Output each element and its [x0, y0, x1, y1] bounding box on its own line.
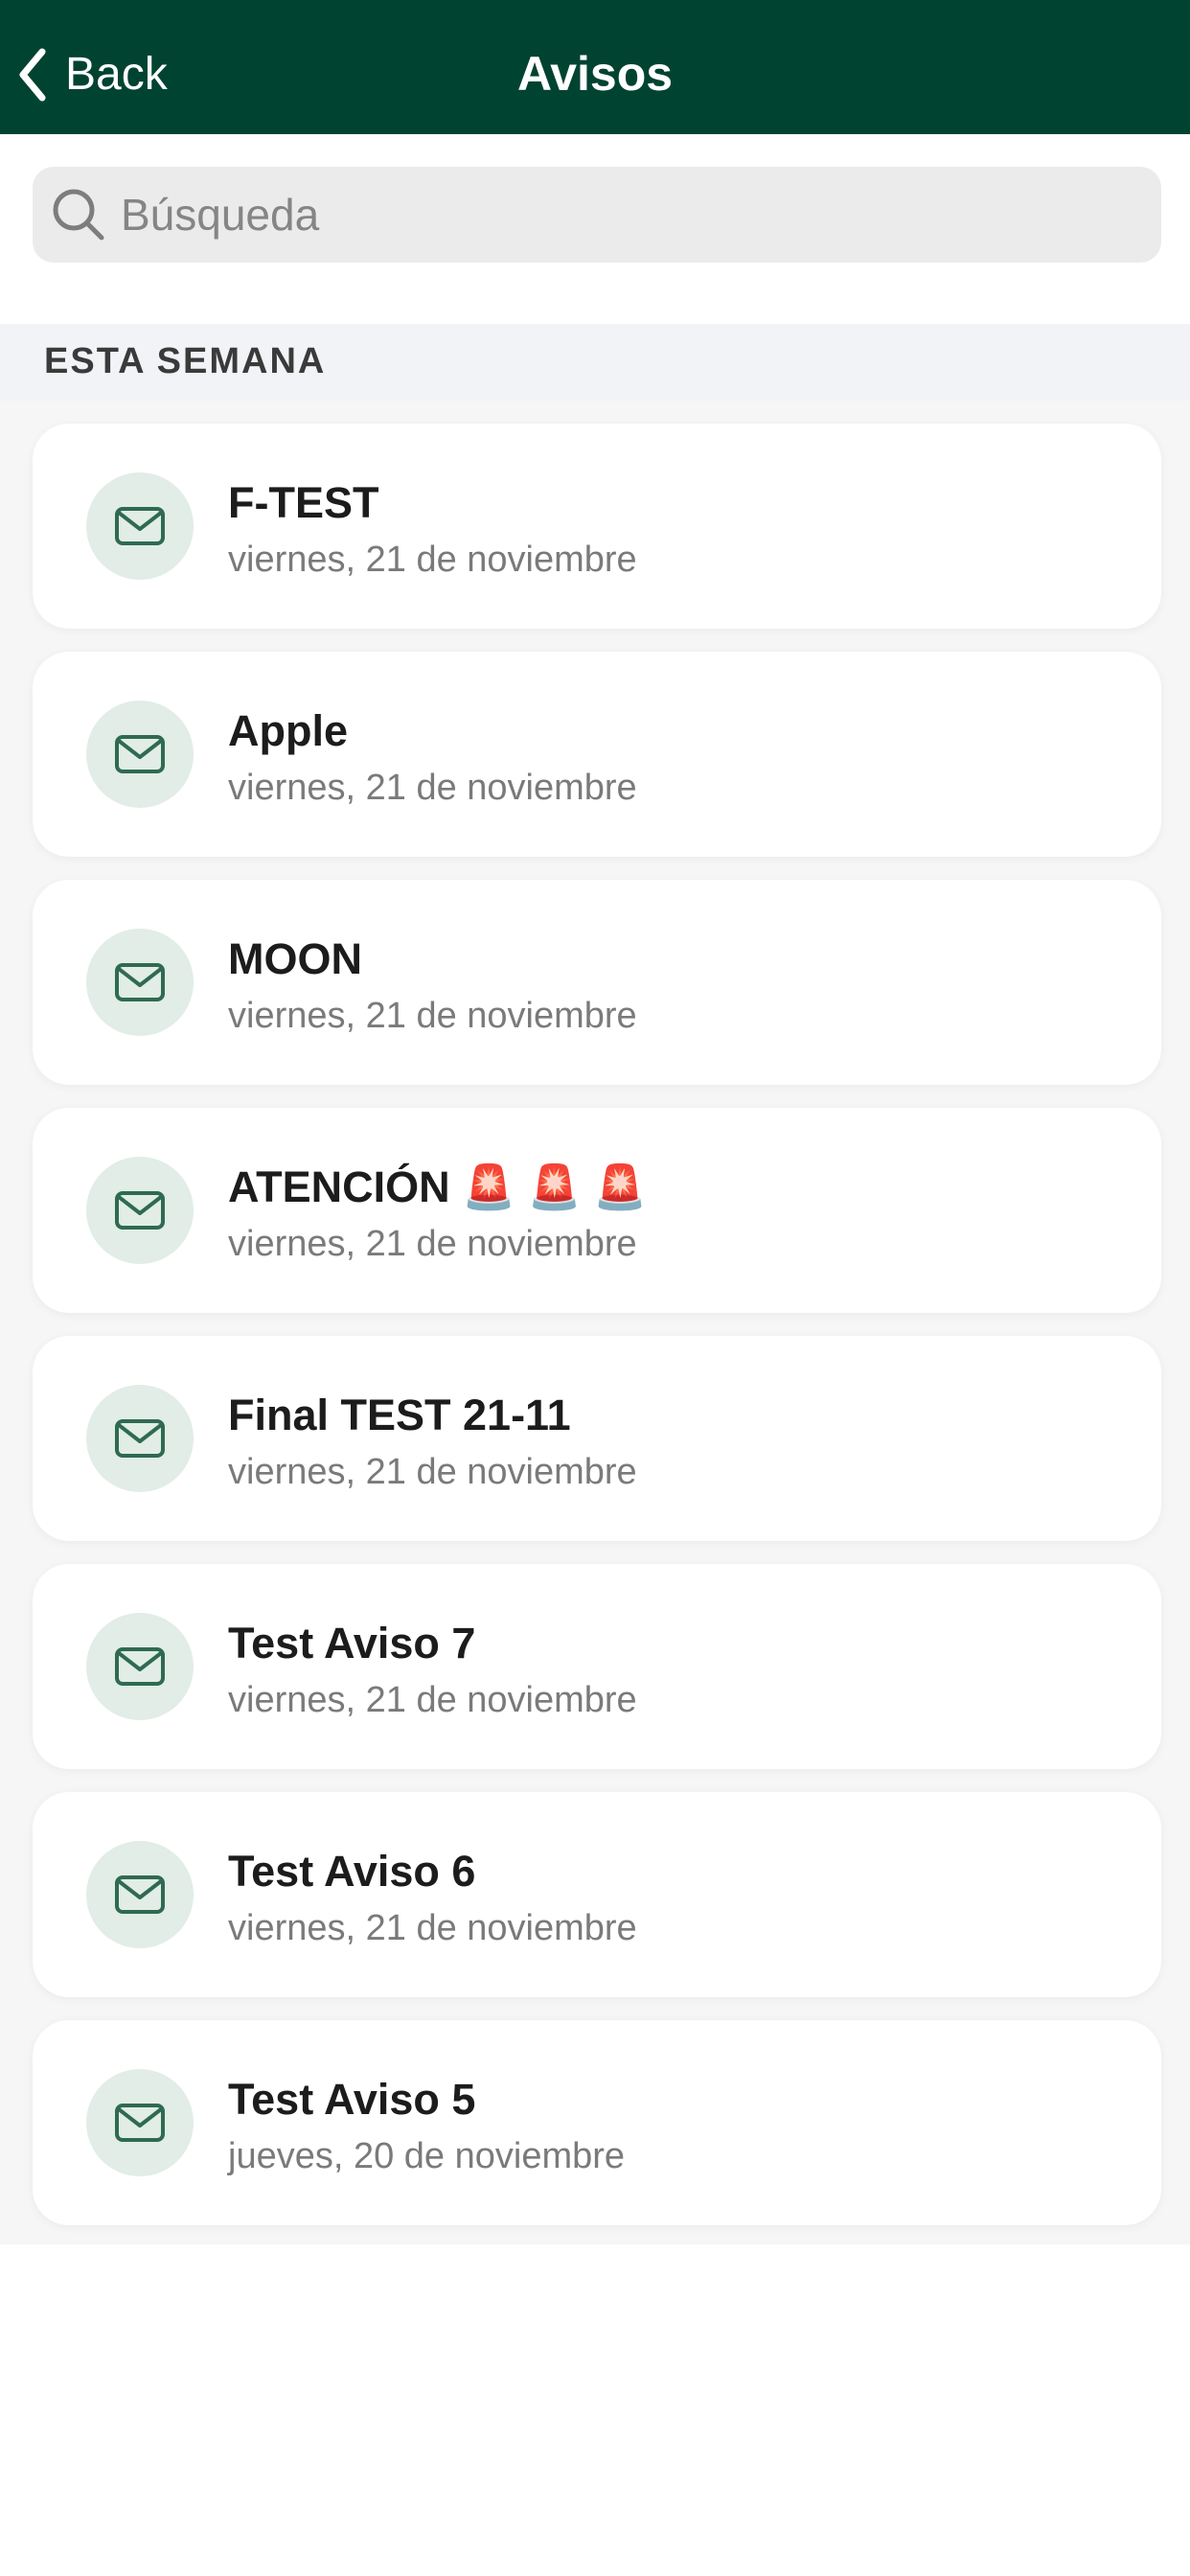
notice-date: viernes, 21 de noviembre — [228, 1224, 637, 1264]
section-header: ESTA SEMANA — [0, 324, 1190, 401]
notice-title: Apple — [228, 706, 349, 755]
page-title: Avisos — [516, 47, 674, 101]
notice-avatar — [86, 1841, 194, 1948]
notice-card[interactable]: Test Aviso 7 viernes, 21 de noviembre — [33, 1564, 1161, 1769]
notice-title: Final TEST 21-11 — [228, 1391, 571, 1439]
envelope-icon — [115, 507, 165, 545]
notice-avatar — [86, 1613, 194, 1720]
notice-title: Test Aviso 5 — [228, 2075, 476, 2124]
notice-date: viernes, 21 de noviembre — [228, 540, 637, 580]
notice-date: viernes, 21 de noviembre — [228, 1680, 637, 1720]
envelope-icon — [115, 1875, 165, 1914]
notice-card[interactable]: MOON viernes, 21 de noviembre — [33, 880, 1161, 1085]
notice-card[interactable]: Test Aviso 5 jueves, 20 de noviembre — [33, 2020, 1161, 2225]
notice-date: viernes, 21 de noviembre — [228, 1908, 637, 1948]
notice-card[interactable]: Apple viernes, 21 de noviembre — [33, 652, 1161, 857]
notice-card[interactable]: Test Aviso 6 viernes, 21 de noviembre — [33, 1792, 1161, 1997]
notice-list: F-TEST viernes, 21 de noviembre Apple vi… — [33, 424, 1161, 2248]
notice-avatar — [86, 929, 194, 1036]
notice-avatar — [86, 701, 194, 808]
section-label: ESTA SEMANA — [44, 341, 327, 381]
envelope-icon — [115, 735, 165, 773]
notice-title: Test Aviso 6 — [228, 1847, 476, 1896]
notice-title: Test Aviso 7 — [228, 1619, 476, 1668]
notice-list-area: F-TEST viernes, 21 de noviembre Apple vi… — [0, 401, 1190, 2244]
notice-title: F-TEST — [228, 478, 379, 527]
search-icon — [53, 189, 104, 241]
notice-card[interactable]: F-TEST viernes, 21 de noviembre — [33, 424, 1161, 629]
notice-title: MOON — [228, 934, 362, 983]
notice-avatar — [86, 1385, 194, 1492]
notice-avatar — [86, 1157, 194, 1264]
search-bar[interactable] — [33, 167, 1161, 263]
envelope-icon — [115, 963, 165, 1001]
notice-card[interactable]: Final TEST 21-11 viernes, 21 de noviembr… — [33, 1336, 1161, 1541]
search-input[interactable] — [119, 176, 1134, 253]
notice-title: ATENCIÓN 🚨 🚨 🚨 — [228, 1162, 648, 1211]
envelope-icon — [115, 2104, 165, 2142]
envelope-icon — [115, 1419, 165, 1458]
notice-avatar — [86, 472, 194, 580]
envelope-icon — [115, 1191, 165, 1230]
notice-card[interactable]: ATENCIÓN 🚨 🚨 🚨 viernes, 21 de noviembre — [33, 1108, 1161, 1313]
notice-avatar — [86, 2069, 194, 2176]
navigation-bar: Back Avisos — [0, 0, 1190, 134]
notice-date: viernes, 21 de noviembre — [228, 768, 637, 808]
notice-date: viernes, 21 de noviembre — [228, 1452, 637, 1492]
envelope-icon — [115, 1647, 165, 1686]
notice-date: viernes, 21 de noviembre — [228, 996, 637, 1036]
notice-date: jueves, 20 de noviembre — [228, 2136, 626, 2176]
